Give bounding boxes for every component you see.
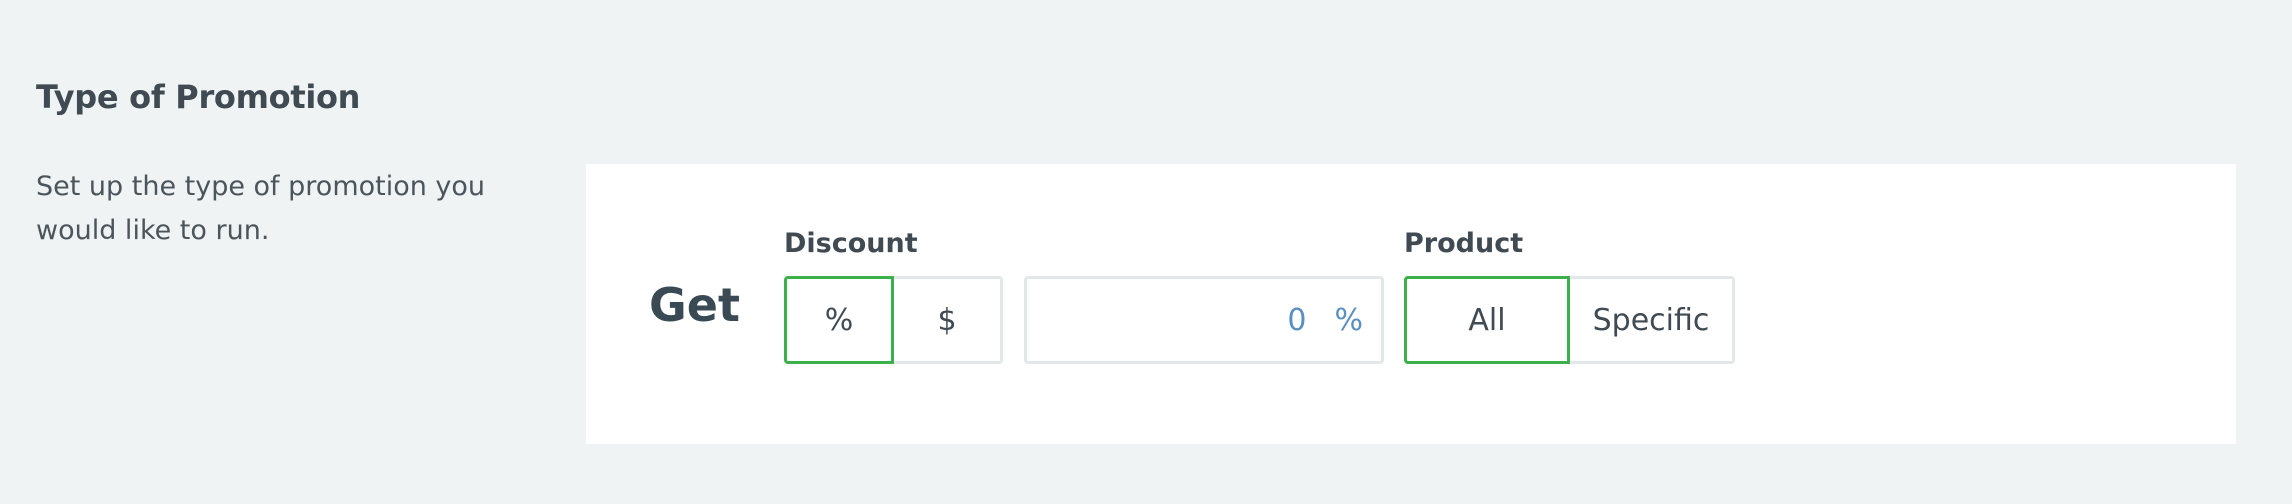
product-label: Product	[1404, 228, 1524, 259]
section-description: Set up the type of promotion you would l…	[36, 171, 486, 246]
discount-type-toggle: % $	[784, 276, 1003, 364]
product-scope-toggle: All Specific	[1404, 276, 1735, 364]
discount-label: Discount	[784, 228, 918, 259]
product-all-button[interactable]: All	[1404, 276, 1570, 364]
get-label: Get	[649, 278, 740, 332]
promotion-card: Get Discount % $ 0 % Product All Specifi…	[586, 164, 2236, 444]
section-title: Type of Promotion	[36, 78, 361, 116]
discount-amount-value: 0	[1287, 302, 1307, 338]
discount-dollar-button[interactable]: $	[891, 276, 1003, 364]
discount-amount-input[interactable]: 0 %	[1024, 276, 1384, 364]
discount-percent-button[interactable]: %	[784, 276, 894, 364]
product-specific-button[interactable]: Specific	[1567, 276, 1735, 364]
discount-amount-unit: %	[1334, 302, 1363, 338]
